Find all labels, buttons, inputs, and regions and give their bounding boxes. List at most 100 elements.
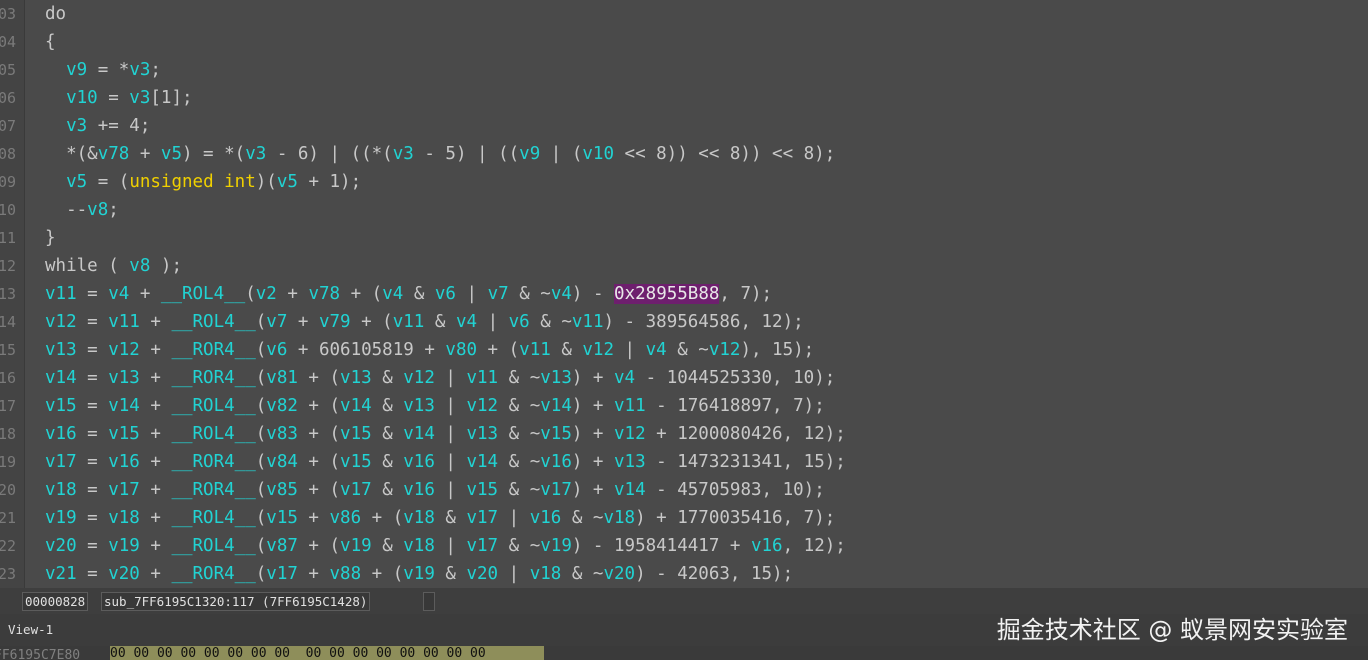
identifier-token[interactable]: v15 <box>340 452 372 472</box>
identifier-token[interactable]: v79 <box>319 312 351 332</box>
identifier-token[interactable]: v11 <box>572 312 604 332</box>
identifier-token[interactable]: v14 <box>403 424 435 444</box>
identifier-token[interactable]: v84 <box>266 452 298 472</box>
identifier-token[interactable]: v6 <box>266 340 287 360</box>
identifier-token[interactable]: v11 <box>466 368 498 388</box>
identifier-token[interactable]: v10 <box>582 144 614 164</box>
identifier-token[interactable]: v5 <box>66 172 87 192</box>
identifier-token[interactable]: v12 <box>45 312 77 332</box>
identifier-token[interactable]: v15 <box>45 396 77 416</box>
identifier-token[interactable]: v4 <box>456 312 477 332</box>
identifier-token[interactable]: v14 <box>340 396 372 416</box>
identifier-token[interactable]: v9 <box>519 144 540 164</box>
identifier-token[interactable]: __ROR4__ <box>171 564 255 584</box>
identifier-token[interactable]: v21 <box>45 564 77 584</box>
identifier-token[interactable]: v16 <box>403 480 435 500</box>
identifier-token[interactable]: v85 <box>266 480 298 500</box>
identifier-token[interactable]: v13 <box>403 396 435 416</box>
highlighted-constant[interactable]: 0x28955B88 <box>614 284 720 304</box>
identifier-token[interactable]: v6 <box>509 312 530 332</box>
identifier-token[interactable]: v13 <box>540 368 572 388</box>
identifier-token[interactable]: v14 <box>45 368 77 388</box>
identifier-token[interactable]: v20 <box>603 564 635 584</box>
identifier-token[interactable]: v13 <box>45 340 77 360</box>
identifier-token[interactable]: v4 <box>108 284 129 304</box>
pseudocode-editor[interactable]: 03 do 04{05 v9 = *v3; 06 v10 = v3[1]; 07 v3 … <box>0 0 1368 588</box>
identifier-token[interactable]: __ROR4__ <box>171 368 255 388</box>
identifier-token[interactable]: v17 <box>466 536 498 556</box>
identifier-token[interactable]: v2 <box>256 284 277 304</box>
identifier-token[interactable]: v18 <box>45 480 77 500</box>
identifier-token[interactable]: v78 <box>308 284 340 304</box>
identifier-token[interactable]: v7 <box>266 312 287 332</box>
identifier-token[interactable]: v19 <box>540 536 572 556</box>
identifier-token[interactable]: v12 <box>466 396 498 416</box>
identifier-token[interactable]: __ROL4__ <box>161 284 245 304</box>
identifier-token[interactable]: __ROL4__ <box>171 508 255 528</box>
identifier-token[interactable]: v15 <box>108 424 140 444</box>
identifier-token[interactable]: v17 <box>45 452 77 472</box>
identifier-token[interactable]: __ROR4__ <box>171 480 255 500</box>
identifier-token[interactable]: v18 <box>530 564 562 584</box>
identifier-token[interactable]: v88 <box>330 564 362 584</box>
identifier-token[interactable]: v17 <box>540 480 572 500</box>
identifier-token[interactable]: v5 <box>277 172 298 192</box>
identifier-token[interactable]: v3 <box>129 88 150 108</box>
identifier-token[interactable]: v82 <box>266 396 298 416</box>
identifier-token[interactable]: __ROR4__ <box>171 340 255 360</box>
identifier-token[interactable]: v8 <box>129 256 150 276</box>
identifier-token[interactable]: v11 <box>393 312 425 332</box>
identifier-token[interactable]: v3 <box>129 60 150 80</box>
identifier-token[interactable]: v11 <box>519 340 551 360</box>
identifier-token[interactable]: __ROL4__ <box>171 424 255 444</box>
identifier-token[interactable]: v10 <box>66 88 98 108</box>
identifier-token[interactable]: v16 <box>540 452 572 472</box>
identifier-token[interactable]: v83 <box>266 424 298 444</box>
identifier-token[interactable]: v14 <box>540 396 572 416</box>
identifier-token[interactable]: v13 <box>108 368 140 388</box>
identifier-token[interactable]: v16 <box>45 424 77 444</box>
identifier-token[interactable]: v19 <box>108 536 140 556</box>
identifier-token[interactable]: v4 <box>614 368 635 388</box>
identifier-token[interactable]: v15 <box>466 480 498 500</box>
identifier-token[interactable]: v19 <box>45 508 77 528</box>
identifier-token[interactable]: v19 <box>403 564 435 584</box>
identifier-token[interactable]: v11 <box>45 284 77 304</box>
identifier-token[interactable]: v20 <box>45 536 77 556</box>
identifier-token[interactable]: v18 <box>108 508 140 528</box>
identifier-token[interactable]: v14 <box>614 480 646 500</box>
identifier-token[interactable]: v16 <box>751 536 783 556</box>
identifier-token[interactable]: __ROL4__ <box>171 396 255 416</box>
identifier-token[interactable]: v11 <box>614 396 646 416</box>
identifier-token[interactable]: v9 <box>66 60 87 80</box>
identifier-token[interactable]: v18 <box>403 536 435 556</box>
identifier-token[interactable]: v12 <box>403 368 435 388</box>
identifier-token[interactable]: v5 <box>161 144 182 164</box>
identifier-token[interactable]: v20 <box>466 564 498 584</box>
identifier-token[interactable]: v13 <box>340 368 372 388</box>
identifier-token[interactable]: v15 <box>540 424 572 444</box>
identifier-token[interactable]: v86 <box>330 508 362 528</box>
identifier-token[interactable]: v14 <box>108 396 140 416</box>
identifier-token[interactable]: v15 <box>266 508 298 528</box>
identifier-token[interactable]: v17 <box>340 480 372 500</box>
identifier-token[interactable]: v4 <box>382 284 403 304</box>
identifier-token[interactable]: v7 <box>488 284 509 304</box>
identifier-token[interactable]: __ROL4__ <box>171 536 255 556</box>
identifier-token[interactable]: v18 <box>403 508 435 528</box>
identifier-token[interactable]: v16 <box>403 452 435 472</box>
identifier-token[interactable]: v17 <box>108 480 140 500</box>
identifier-token[interactable]: v3 <box>245 144 266 164</box>
identifier-token[interactable]: v16 <box>530 508 562 528</box>
view-tab-title[interactable]: View-1 <box>8 622 53 637</box>
identifier-token[interactable]: v16 <box>108 452 140 472</box>
identifier-token[interactable]: __ROL4__ <box>171 312 255 332</box>
identifier-token[interactable]: v11 <box>108 312 140 332</box>
identifier-token[interactable]: v87 <box>266 536 298 556</box>
identifier-token[interactable]: v3 <box>66 116 87 136</box>
identifier-token[interactable]: v12 <box>614 424 646 444</box>
identifier-token[interactable]: v17 <box>266 564 298 584</box>
identifier-token[interactable]: v20 <box>108 564 140 584</box>
identifier-token[interactable]: __ROR4__ <box>171 452 255 472</box>
identifier-token[interactable]: v4 <box>646 340 667 360</box>
